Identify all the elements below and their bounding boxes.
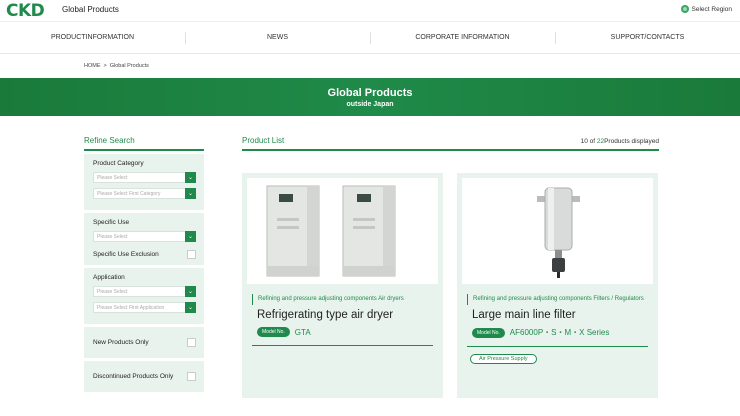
product-cards: Refining and pressure adjusting componen… — [242, 173, 658, 398]
application-sub-select[interactable]: Please Select First Application ⌄ — [93, 302, 196, 313]
count-suffix: Products displayed — [604, 138, 659, 145]
select-value: Please Select First Application — [97, 304, 165, 311]
breadcrumb-home[interactable]: HOME — [84, 63, 101, 69]
refine-search-title: Refine Search — [84, 136, 204, 151]
application-label: Application — [93, 274, 125, 281]
specific-use-exclusion-row[interactable]: Specific Use Exclusion — [93, 247, 196, 259]
product-image-air-dryer[interactable] — [247, 178, 438, 284]
select-value: Please Select — [97, 233, 128, 240]
product-card[interactable]: Refining and pressure adjusting componen… — [242, 173, 443, 398]
refine-search-panel: Refine Search Product Category Please Se… — [84, 136, 204, 392]
chevron-down-icon: ⌄ — [185, 302, 196, 313]
discontinued-products-checkbox[interactable] — [187, 372, 196, 381]
page-title: Global Products — [327, 86, 413, 99]
application-select[interactable]: Please Select ⌄ — [93, 286, 196, 297]
model-badge: Model No. — [472, 327, 505, 338]
product-image-line-filter[interactable] — [462, 178, 653, 284]
main-content: Refine Search Product Category Please Se… — [0, 116, 740, 416]
product-name[interactable]: Large main line filter — [472, 309, 653, 321]
specific-use-exclusion-checkbox[interactable] — [187, 250, 196, 259]
product-category-text: Refining and pressure adjusting componen… — [467, 294, 653, 305]
discontinued-products-row[interactable]: Discontinued Products Only — [93, 372, 196, 381]
count-total: 22 — [596, 138, 605, 145]
breadcrumb: HOME > Global Products — [0, 54, 740, 78]
model-row: Model No. AF6000P・S・M・X Series — [472, 327, 653, 338]
card-divider — [252, 345, 433, 346]
count-prefix: 10 of — [580, 138, 597, 145]
nav-corporate-information[interactable]: CORPORATE INFORMATION — [370, 22, 555, 53]
nav-product-information[interactable]: PRODUCTINFORMATION — [0, 22, 185, 53]
globe-icon — [680, 5, 689, 13]
select-value: Please Select — [97, 174, 128, 181]
breadcrumb-separator: > — [103, 63, 107, 69]
new-products-filter: New Products Only — [84, 327, 204, 358]
product-category-label: Product Category — [93, 160, 144, 167]
air-pressure-supply-tag[interactable]: Air Pressure Supply — [470, 354, 537, 364]
product-category-select[interactable]: Please Select ⌄ — [93, 172, 196, 183]
chevron-down-icon: ⌄ — [185, 286, 196, 297]
select-value: Please Select First Category — [97, 190, 161, 197]
application-filter: Application Please Select ⌄ Please Selec… — [84, 268, 204, 324]
select-region-label: Select Region — [691, 5, 732, 13]
specific-use-select[interactable]: Please Select ⌄ — [93, 231, 196, 242]
nav-news[interactable]: NEWS — [185, 22, 370, 53]
specific-use-exclusion-label: Specific Use Exclusion — [93, 251, 159, 258]
nav-support-contacts[interactable]: SUPPORT/CONTACTS — [555, 22, 740, 53]
product-card[interactable]: Refining and pressure adjusting componen… — [457, 173, 658, 398]
site-title[interactable]: Global Products — [62, 5, 119, 14]
product-category-filter: Product Category Please Select ⌄ Please … — [84, 154, 204, 210]
breadcrumb-current: Global Products — [109, 63, 149, 69]
discontinued-products-label: Discontinued Products Only — [93, 373, 174, 380]
product-list-header: Product List 10 of 22Products displayed — [242, 136, 659, 151]
new-products-row[interactable]: New Products Only — [93, 338, 196, 347]
product-count: 10 of 22Products displayed — [581, 138, 659, 145]
discontinued-products-filter: Discontinued Products Only — [84, 361, 204, 392]
specific-use-filter: Specific Use Please Select ⌄ Specific Us… — [84, 213, 204, 265]
product-subcategory-select[interactable]: Please Select First Category ⌄ — [93, 188, 196, 199]
top-bar: CKD Global Products Select Region — [0, 0, 740, 22]
chevron-down-icon: ⌄ — [185, 231, 196, 242]
new-products-checkbox[interactable] — [187, 338, 196, 347]
product-name[interactable]: Refrigerating type air dryer — [257, 309, 438, 321]
new-products-label: New Products Only — [93, 339, 149, 346]
air-dryer-image — [247, 178, 438, 284]
chevron-down-icon: ⌄ — [185, 188, 196, 199]
line-filter-image — [462, 178, 653, 284]
card-divider — [467, 346, 648, 347]
select-value: Please Select — [97, 288, 128, 295]
ckd-logo[interactable]: CKD — [6, 1, 45, 21]
main-nav: PRODUCTINFORMATION NEWS CORPORATE INFORM… — [0, 22, 740, 54]
product-list-section: Product List 10 of 22Products displayed — [242, 136, 659, 398]
select-region-link[interactable]: Select Region — [680, 5, 732, 13]
model-row: Model No. GTA — [257, 327, 438, 337]
specific-use-label: Specific Use — [93, 219, 130, 226]
model-number: GTA — [294, 327, 311, 337]
page-subtitle: outside Japan — [346, 100, 394, 108]
product-category-text: Refining and pressure adjusting componen… — [252, 294, 438, 305]
model-badge: Model No. — [257, 327, 290, 337]
hero-banner: Global Products outside Japan — [0, 78, 740, 116]
chevron-down-icon: ⌄ — [185, 172, 196, 183]
model-number: AF6000P・S・M・X Series — [509, 328, 610, 337]
product-list-title: Product List — [242, 136, 285, 145]
